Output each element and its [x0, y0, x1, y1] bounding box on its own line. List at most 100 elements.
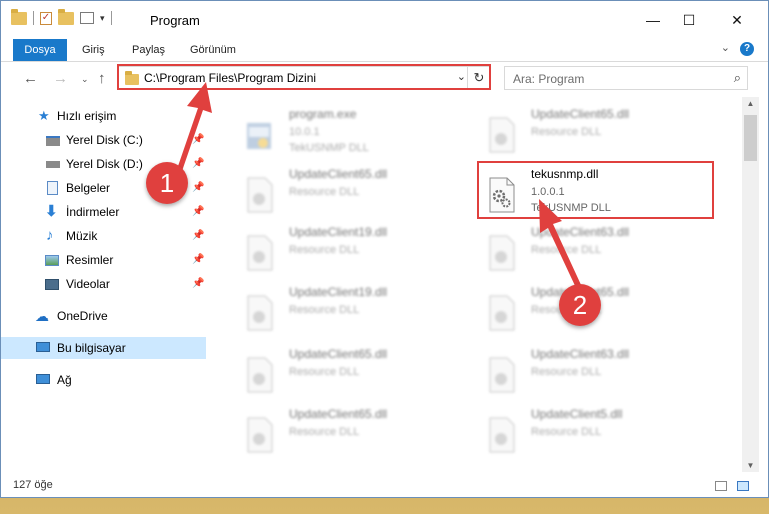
- close-button[interactable]: ✕: [714, 1, 760, 39]
- dll-file-icon: [247, 235, 273, 271]
- dll-file-icon: [489, 295, 515, 331]
- sidebar-item-downloads[interactable]: ⬇ İndirmeler 📌: [1, 201, 206, 223]
- sidebar-item-network[interactable]: Ağ: [1, 369, 206, 391]
- dll-file-icon: [247, 295, 273, 331]
- file-item[interactable]: program.exe 10.0.1 TekUSNMP DLL: [223, 107, 463, 163]
- file-item[interactable]: UpdateClient65.dll Resource DLL: [223, 347, 463, 403]
- pin-icon[interactable]: 📌: [192, 225, 204, 247]
- quick-access-toolbar: ✓ ▾: [11, 8, 112, 25]
- file-list: program.exe 10.0.1 TekUSNMP DLL UpdateCl…: [213, 97, 741, 472]
- exe-file-icon: [247, 123, 271, 149]
- file-item[interactable]: UpdateClient19.dll Resource DLL: [223, 285, 463, 341]
- file-name: UpdateClient63.dll: [531, 347, 630, 361]
- tab-home[interactable]: Giriş: [70, 39, 117, 61]
- dll-file-icon: [489, 117, 515, 153]
- dll-file-icon: [489, 417, 515, 453]
- scroll-up-arrow-icon[interactable]: ▲: [742, 99, 759, 108]
- folder-icon[interactable]: [11, 8, 27, 25]
- network-icon: [36, 374, 50, 384]
- file-description: Resource DLL: [531, 126, 602, 138]
- download-icon: ⬇: [45, 203, 58, 220]
- pin-icon[interactable]: 📌: [192, 249, 204, 271]
- file-description: TekUSNMP DLL: [289, 142, 369, 154]
- file-name: UpdateClient65.dll: [289, 407, 388, 421]
- properties-check-icon[interactable]: ✓: [40, 11, 52, 25]
- dll-file-icon: [247, 357, 273, 393]
- sidebar-item-videos[interactable]: Videolar 📌: [1, 273, 206, 295]
- sidebar-item-label: Yerel Disk (D:): [66, 157, 143, 171]
- file-name: UpdateClient65.dll: [531, 107, 630, 121]
- file-item[interactable]: UpdateClient65.dll Resource DLL: [465, 107, 705, 163]
- title-bar: ✓ ▾ Program — ☐ ✕: [1, 1, 768, 39]
- ribbon-tabs: Dosya Giriş Paylaş Görünüm ⌄ ?: [1, 39, 768, 62]
- new-folder-icon[interactable]: [58, 8, 74, 25]
- file-name: program.exe: [289, 107, 357, 121]
- computer-icon: [36, 342, 50, 352]
- dll-file-icon: [247, 177, 273, 213]
- cloud-icon: ☁: [35, 308, 49, 324]
- forward-arrow-icon[interactable]: →: [53, 70, 68, 87]
- sidebar-item-label: Yerel Disk (C:): [66, 133, 143, 147]
- scrollbar-thumb[interactable]: [744, 115, 757, 161]
- tab-view[interactable]: Görünüm: [178, 39, 248, 61]
- pin-icon[interactable]: 📌: [192, 129, 204, 151]
- file-item[interactable]: UpdateClient65.dll Resource DLL: [223, 167, 463, 223]
- back-arrow-icon[interactable]: ←: [23, 70, 38, 87]
- star-icon: ★: [38, 108, 50, 123]
- dll-file-icon: [247, 417, 273, 453]
- pin-icon[interactable]: 📌: [192, 177, 204, 199]
- sidebar-item-label: OneDrive: [57, 309, 108, 323]
- sidebar-item-pictures[interactable]: Resimler 📌: [1, 249, 206, 271]
- file-highlight-box: [477, 161, 714, 219]
- file-item[interactable]: UpdateClient65.dll Resource DLL: [223, 407, 463, 463]
- sidebar-item-local-disk-c[interactable]: Yerel Disk (C:) 📌: [1, 129, 206, 151]
- search-box[interactable]: Ara: Program ⌕: [504, 66, 748, 90]
- pin-icon[interactable]: 📌: [192, 201, 204, 223]
- large-icons-view-icon[interactable]: [737, 481, 749, 491]
- file-description: Resource DLL: [289, 186, 360, 198]
- drive-icon: [46, 161, 60, 168]
- toolbar-divider: [33, 11, 34, 25]
- maximize-button[interactable]: ☐: [666, 1, 712, 39]
- recent-locations-chevron-icon[interactable]: ⌄: [81, 74, 89, 85]
- vertical-scrollbar[interactable]: ▲ ▼: [742, 97, 759, 472]
- sidebar-item-this-pc[interactable]: Bu bilgisayar: [1, 337, 206, 359]
- sidebar-item-label: Resimler: [66, 253, 114, 267]
- pin-icon[interactable]: 📌: [192, 273, 204, 295]
- search-icon[interactable]: ⌕: [734, 70, 741, 86]
- sidebar-item-onedrive[interactable]: ☁ OneDrive: [1, 305, 206, 327]
- file-name: UpdateClient63.dll: [531, 225, 630, 239]
- customize-toolbar-dropdown-icon[interactable]: ▾: [100, 13, 105, 24]
- sidebar-item-quick-access[interactable]: ★ Hızlı erişim: [1, 105, 206, 127]
- tab-file[interactable]: Dosya: [13, 39, 67, 61]
- file-description: Resource DLL: [289, 304, 360, 316]
- file-description: Resource DLL: [289, 244, 360, 256]
- sidebar-item-label: Müzik: [66, 229, 98, 243]
- expand-ribbon-icon[interactable]: ⌄: [721, 41, 730, 54]
- help-icon[interactable]: ?: [740, 42, 754, 56]
- window-title: Program: [150, 13, 200, 28]
- file-item[interactable]: UpdateClient19.dll Resource DLL: [223, 225, 463, 281]
- navigation-pane: ★ Hızlı erişim Yerel Disk (C:) 📌 Yerel D…: [1, 97, 206, 472]
- file-name: UpdateClient65.dll: [289, 167, 388, 181]
- view-properties-icon[interactable]: [80, 12, 94, 24]
- file-description: Resource DLL: [531, 366, 602, 378]
- pin-icon[interactable]: 📌: [192, 153, 204, 175]
- sidebar-item-label: İndirmeler: [66, 205, 120, 219]
- file-item[interactable]: UpdateClient63.dll Resource DLL: [465, 347, 705, 403]
- scroll-down-arrow-icon[interactable]: ▼: [742, 461, 759, 470]
- details-view-icon[interactable]: [715, 481, 727, 491]
- file-description: Resource DLL: [531, 244, 602, 256]
- search-placeholder[interactable]: Ara: Program: [513, 72, 584, 86]
- music-icon: ♪: [46, 227, 54, 244]
- file-description: Resource DLL: [289, 426, 360, 438]
- address-bar-highlight: [117, 64, 491, 90]
- tab-share[interactable]: Paylaş: [120, 39, 177, 61]
- file-item[interactable]: UpdateClient5.dll Resource DLL: [465, 407, 705, 463]
- up-arrow-icon[interactable]: ↑: [98, 70, 106, 87]
- dll-file-icon: [489, 235, 515, 271]
- documents-icon: [47, 181, 58, 195]
- sidebar-item-music[interactable]: ♪ Müzik 📌: [1, 225, 206, 247]
- file-version: 10.0.1: [289, 126, 320, 138]
- file-item[interactable]: UpdateClient63.dll Resource DLL: [465, 225, 705, 281]
